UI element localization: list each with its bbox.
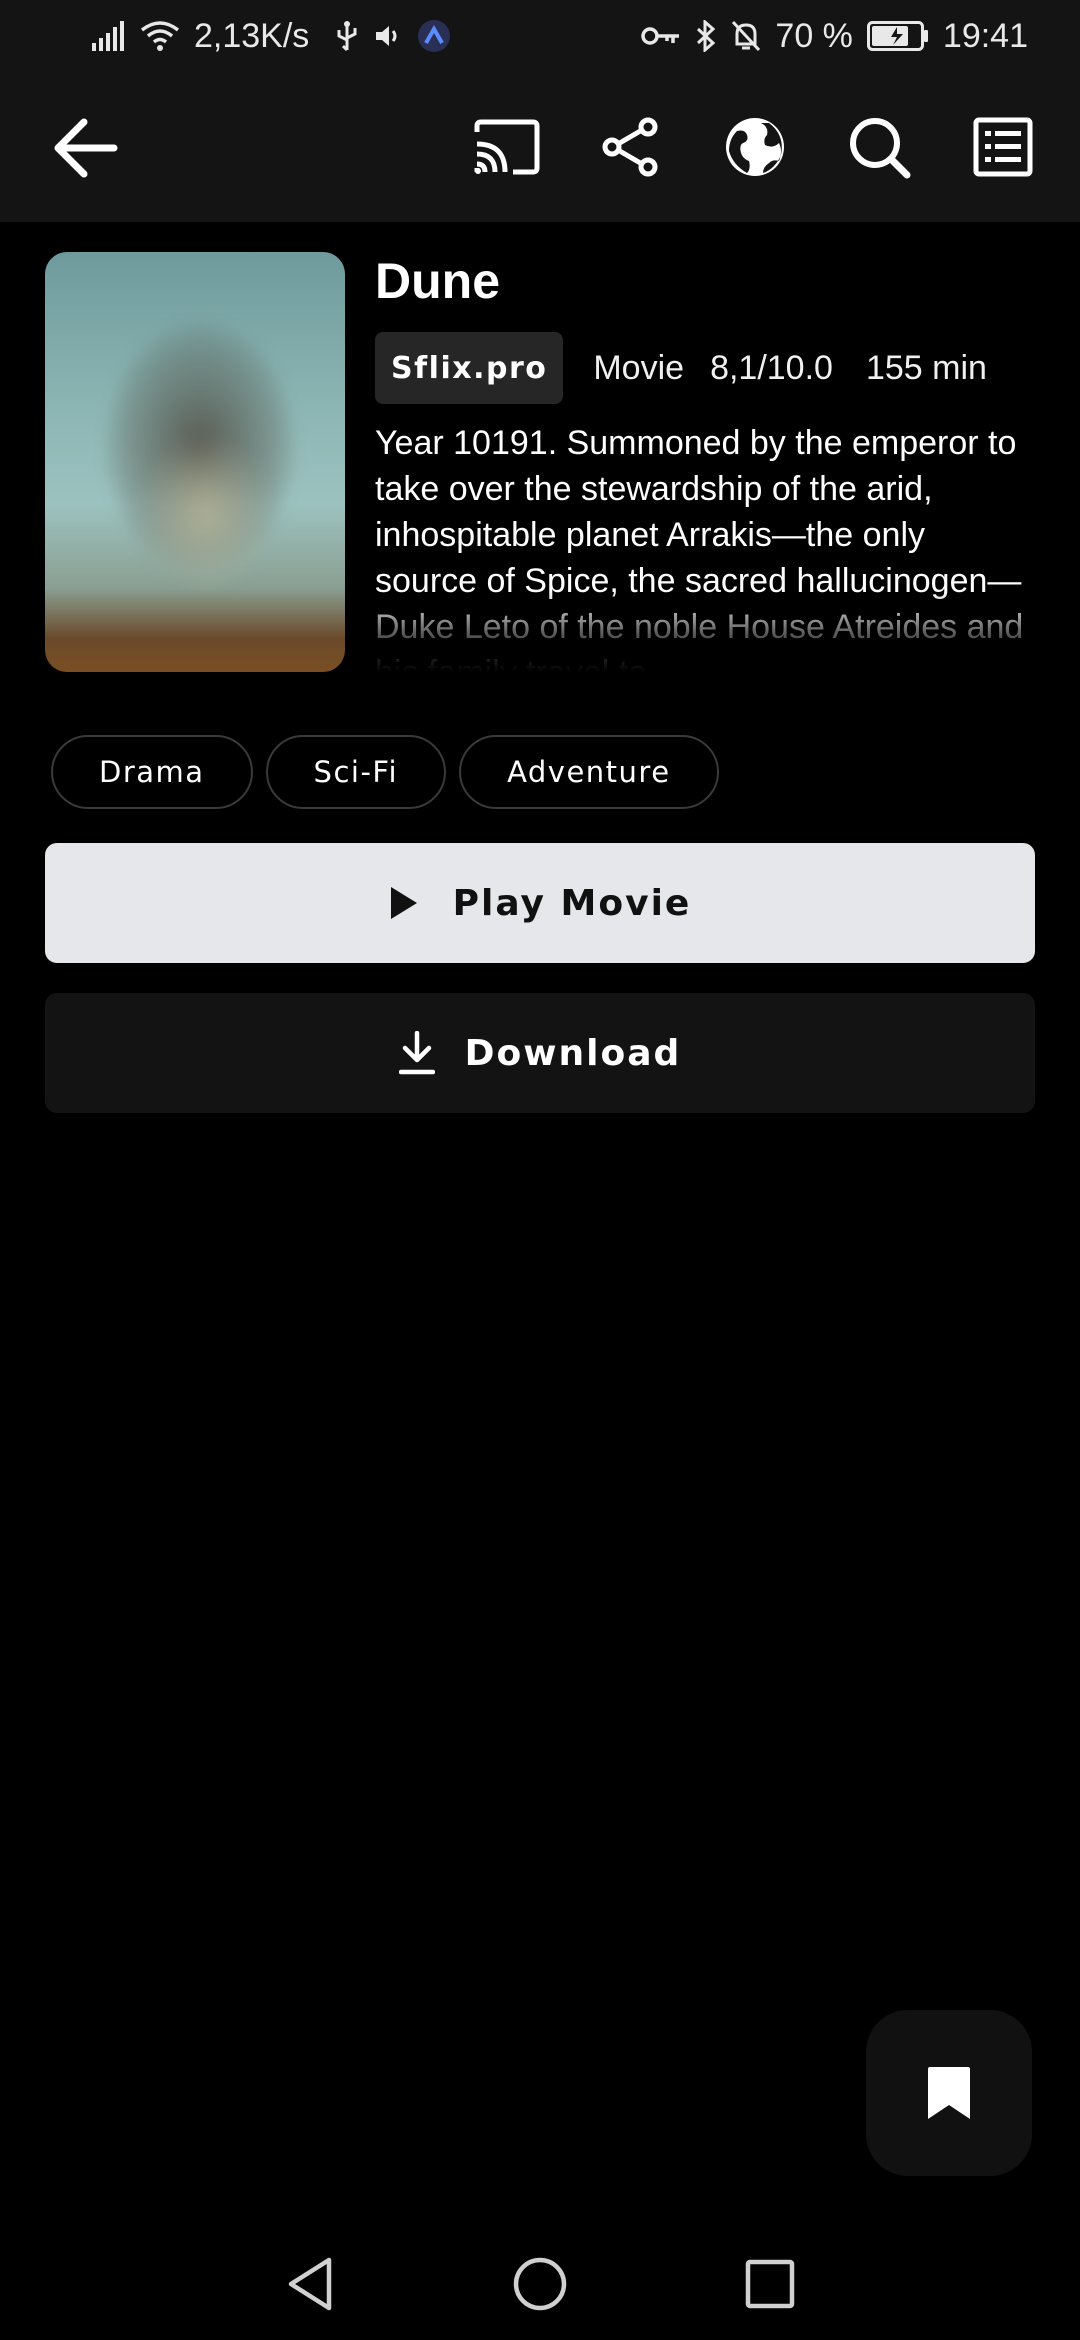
nav-home-icon[interactable] — [512, 2256, 568, 2312]
download-icon — [398, 1031, 435, 1075]
play-movie-button[interactable]: Play Movie — [45, 843, 1035, 963]
vpn-app-icon — [417, 19, 451, 53]
rating: 8,1/10.0 — [710, 348, 833, 387]
wifi-icon — [140, 20, 180, 52]
movie-poster[interactable] — [45, 252, 345, 672]
share-icon[interactable] — [596, 112, 666, 182]
bookmark-icon — [926, 2065, 972, 2121]
genre-chip[interactable]: Drama — [51, 735, 253, 809]
download-button[interactable]: Download — [45, 993, 1035, 1113]
movie-details-screen: 2,13K/s 70 % 19:41 Dune Sflix.pro Movie … — [0, 0, 1080, 2340]
bell-off-icon — [731, 20, 761, 52]
cast-icon[interactable] — [472, 112, 542, 182]
genre-chip[interactable]: Sci-Fi — [265, 735, 447, 809]
bluetooth-icon — [695, 20, 717, 52]
duration: 155 min — [865, 348, 987, 387]
search-icon[interactable] — [844, 112, 914, 182]
back-arrow-icon[interactable] — [54, 116, 118, 180]
top-app-bar — [0, 72, 1080, 222]
nav-back-icon[interactable] — [282, 2256, 338, 2312]
signal-icon — [92, 21, 126, 51]
battery-percent: 70 % — [775, 16, 853, 55]
genre-chips: Drama Sci-Fi Adventure — [51, 735, 719, 809]
list-icon[interactable] — [968, 112, 1038, 182]
network-speed: 2,13K/s — [194, 16, 310, 55]
movie-title: Dune — [375, 253, 500, 309]
poster-art-highlight — [135, 432, 275, 592]
status-bar: 2,13K/s 70 % 19:41 — [0, 0, 1080, 72]
movie-meta-row: Sflix.pro Movie 8,1/10.0 155 min — [375, 332, 987, 404]
system-nav-bar — [0, 2220, 1080, 2340]
globe-icon[interactable] — [720, 112, 790, 182]
bookmark-button[interactable] — [866, 2010, 1032, 2176]
app-bar-actions — [472, 112, 1038, 182]
status-left: 2,13K/s — [92, 17, 451, 56]
play-movie-label: Play Movie — [452, 882, 692, 924]
clock: 19:41 — [942, 16, 1028, 55]
nav-recents-icon[interactable] — [742, 2256, 798, 2312]
key-icon — [641, 24, 681, 48]
media-type: Movie — [593, 348, 685, 387]
status-right: 70 % 19:41 — [641, 17, 1028, 56]
battery-icon — [866, 21, 929, 51]
usb-icon — [335, 20, 359, 52]
download-label: Download — [464, 1032, 682, 1074]
genre-chip[interactable]: Adventure — [459, 735, 719, 809]
play-icon — [389, 885, 419, 921]
volume-icon — [373, 21, 403, 51]
movie-description[interactable]: Year 10191. Summoned by the emperor to t… — [375, 420, 1025, 672]
provider-badge[interactable]: Sflix.pro — [375, 332, 564, 404]
